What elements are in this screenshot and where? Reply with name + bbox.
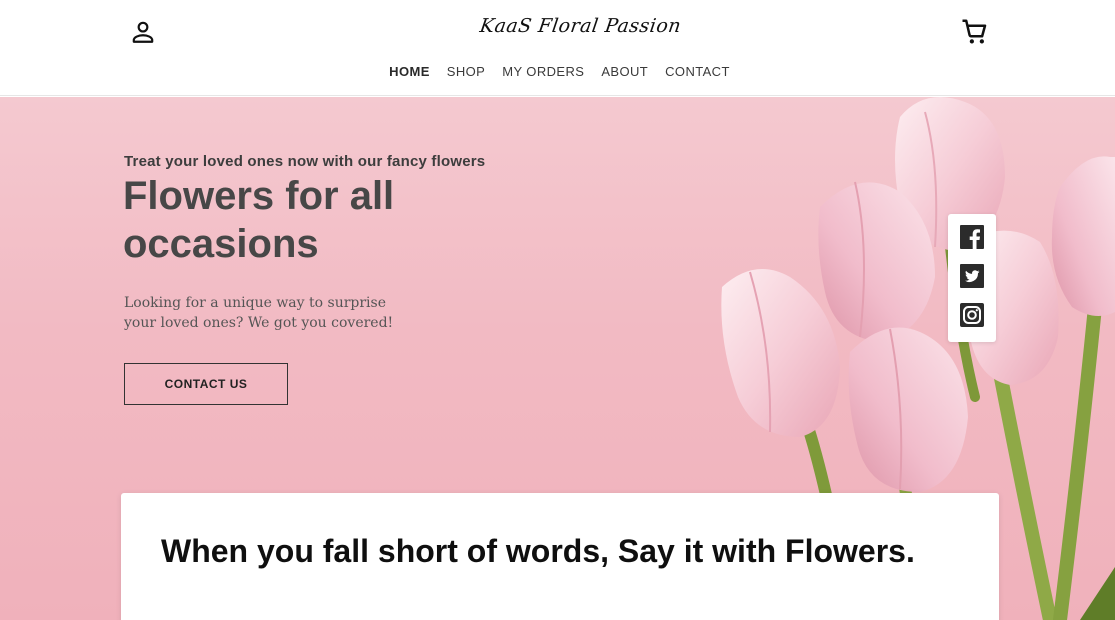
twitter-icon[interactable]: [960, 264, 984, 288]
shopping-cart-icon[interactable]: [960, 17, 990, 47]
user-icon[interactable]: [130, 19, 156, 45]
hero-intro: Looking for a unique way to surprise you…: [124, 295, 394, 331]
nav-item-contact[interactable]: CONTACT: [665, 64, 730, 79]
hero-eyebrow: Treat your loved ones now with our fancy…: [124, 153, 486, 170]
social-links: [948, 214, 996, 342]
nav-item-my-orders[interactable]: MY ORDERS: [502, 64, 584, 79]
hero-section: Treat your loved ones now with our fancy…: [0, 97, 1115, 620]
site-logo[interactable]: KaaS Floral Passion: [478, 15, 682, 37]
instagram-icon[interactable]: [960, 303, 984, 327]
nav-item-home[interactable]: HOME: [389, 64, 430, 79]
site-header: KaaS Floral Passion HOME SHOP MY ORDERS …: [0, 0, 1115, 96]
quote-card-title: When you fall short of words, Say it wit…: [161, 533, 915, 569]
nav-item-shop[interactable]: SHOP: [447, 64, 485, 79]
nav-item-about[interactable]: ABOUT: [601, 64, 648, 79]
main-nav: HOME SHOP MY ORDERS ABOUT CONTACT: [0, 64, 1115, 79]
quote-card: When you fall short of words, Say it wit…: [121, 493, 999, 620]
facebook-icon[interactable]: [960, 225, 984, 249]
contact-us-button[interactable]: CONTACT US: [124, 363, 288, 405]
hero-headline: Flowers for all occasions: [123, 174, 395, 266]
